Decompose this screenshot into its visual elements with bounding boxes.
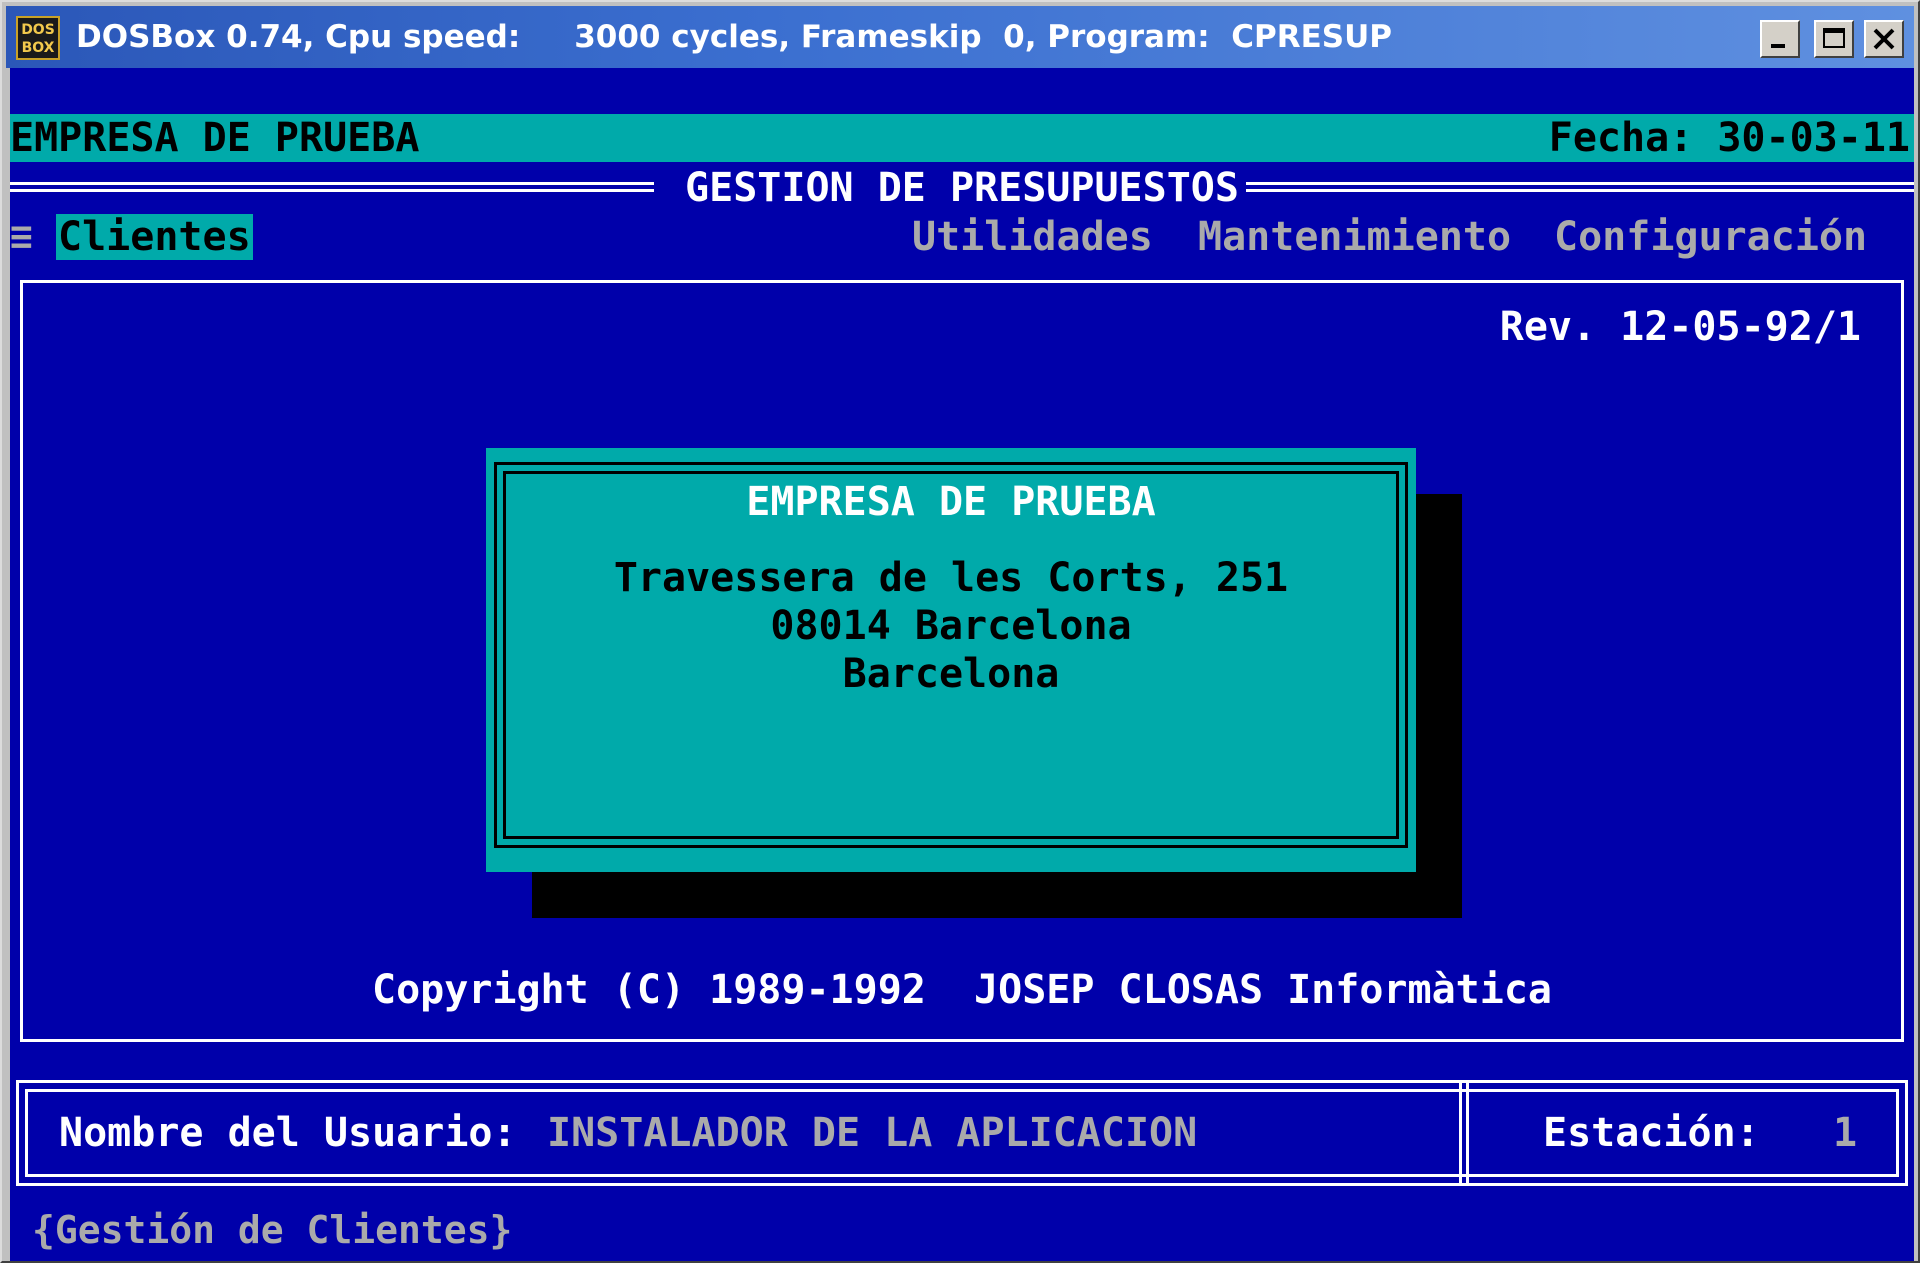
minimize-icon — [1771, 44, 1785, 48]
window-title: DOSBox 0.74, Cpu speed: 3000 cycles, Fra… — [76, 19, 1392, 55]
status-bar: Nombre del Usuario: INSTALADOR DE LA APL… — [16, 1080, 1908, 1186]
user-label: Nombre del Usuario: — [59, 1110, 517, 1156]
dialog-address-postcode: 08014 Barcelona — [770, 603, 1132, 649]
close-button[interactable] — [1864, 20, 1904, 58]
close-icon — [1873, 28, 1895, 50]
dos-screen[interactable]: EMPRESA DE PRUEBA Fecha: 30-03-11 GESTIO… — [10, 68, 1914, 1261]
status-divider — [1459, 1083, 1469, 1183]
menu-item-clientes[interactable]: Clientes — [56, 214, 253, 260]
station-label: Estación: — [1543, 1110, 1760, 1156]
copyright-notice: Copyright (C) 1989-1992 JOSEP CLOSAS Inf… — [371, 967, 1553, 1013]
menu-item-configuracion[interactable]: Configuración — [1554, 214, 1867, 260]
title-row: GESTION DE PRESUPUESTOS — [10, 164, 1914, 212]
date-display: Fecha: 30-03-11 — [1548, 115, 1910, 161]
menu-item-mantenimiento[interactable]: Mantenimiento — [1198, 214, 1511, 260]
station-value: 1 — [1833, 1110, 1858, 1156]
page-title: GESTION DE PRESUPUESTOS — [685, 165, 1239, 211]
menu-bar: ≡ Clientes Utilidades Mantenimiento Conf… — [10, 212, 1914, 260]
maximize-icon — [1823, 28, 1845, 48]
menu-hamburger-icon[interactable]: ≡ — [10, 212, 33, 260]
dialog-address-street: Travessera de les Corts, 251 — [613, 555, 1289, 601]
help-line: {Gestión de Clientes} — [32, 1208, 513, 1252]
title-bar[interactable]: DOS BOX DOSBox 0.74, Cpu speed: 3000 cyc… — [6, 6, 1914, 68]
company-info-dialog: EMPRESA DE PRUEBA Travessera de les Cort… — [486, 448, 1416, 872]
revision-label: Rev. 12-05-92/1 — [1499, 304, 1861, 350]
dialog-company-name: EMPRESA DE PRUEBA — [746, 479, 1156, 525]
user-value: INSTALADOR DE LA APLICACION — [547, 1110, 1198, 1156]
dialog-address-province: Barcelona — [842, 651, 1060, 697]
minimize-button[interactable] — [1760, 20, 1800, 58]
dosbox-window: DOS BOX DOSBox 0.74, Cpu speed: 3000 cyc… — [0, 0, 1920, 1263]
header-bar: EMPRESA DE PRUEBA Fecha: 30-03-11 — [10, 114, 1914, 162]
menu-item-utilidades[interactable]: Utilidades — [912, 214, 1153, 260]
company-name: EMPRESA DE PRUEBA — [10, 115, 420, 161]
maximize-button[interactable] — [1814, 20, 1854, 58]
dosbox-app-icon[interactable]: DOS BOX — [16, 16, 60, 60]
